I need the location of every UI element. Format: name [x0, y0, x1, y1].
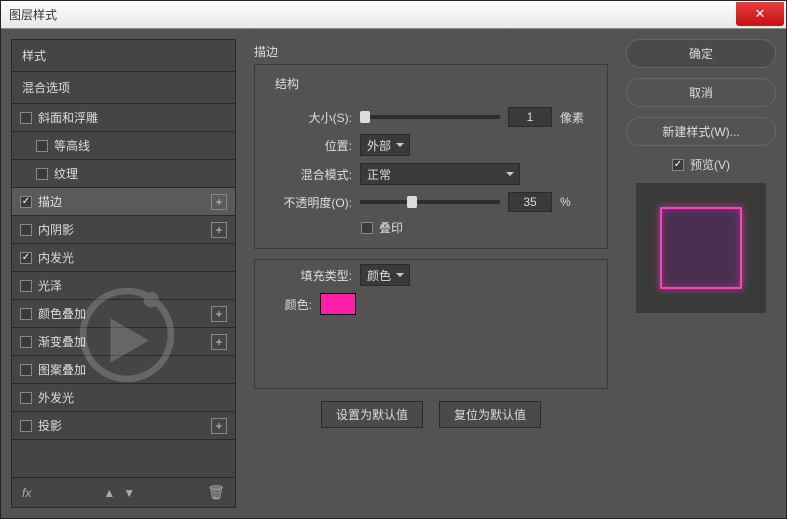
- close-icon: ✕: [755, 6, 766, 22]
- checkbox-icon[interactable]: [20, 112, 32, 124]
- right-column: 确定 取消 新建样式(W)... 预览(V): [626, 39, 776, 508]
- sidebar-item-label: 等高线: [54, 137, 90, 154]
- plus-icon[interactable]: +: [211, 194, 227, 210]
- window-title: 图层样式: [9, 6, 57, 23]
- position-label: 位置:: [267, 137, 352, 154]
- reset-default-button[interactable]: 复位为默认值: [439, 401, 541, 428]
- sidebar-item-outer-glow[interactable]: 外发光: [12, 384, 235, 412]
- size-input[interactable]: [508, 107, 552, 127]
- section-title: 描边: [254, 43, 608, 60]
- sidebar-item-drop-shadow[interactable]: 投影 +: [12, 412, 235, 440]
- structure-legend: 结构: [271, 75, 303, 92]
- checkbox-icon[interactable]: [20, 420, 32, 432]
- plus-icon[interactable]: +: [211, 418, 227, 434]
- fx-label[interactable]: fx: [22, 486, 31, 500]
- preview-swatch: [660, 207, 742, 289]
- set-default-button[interactable]: 设置为默认值: [321, 401, 423, 428]
- fill-type-label: 填充类型:: [267, 267, 352, 284]
- color-swatch[interactable]: [320, 293, 356, 315]
- overprint-label: 叠印: [379, 219, 403, 236]
- arrow-down-icon[interactable]: ▼: [123, 486, 135, 500]
- checkbox-icon[interactable]: [20, 336, 32, 348]
- position-select[interactable]: 外部: [360, 134, 410, 156]
- sidebar-item-satin[interactable]: 光泽: [12, 272, 235, 300]
- fill-fieldset: 填充类型: 颜色 颜色:: [254, 259, 608, 389]
- close-button[interactable]: ✕: [736, 2, 784, 26]
- new-style-button[interactable]: 新建样式(W)...: [626, 117, 776, 146]
- arrow-up-icon[interactable]: ▲: [103, 486, 115, 500]
- dialog-content: 样式 混合选项 斜面和浮雕 等高线 纹理 描边 + 内阴影 + 内发光: [1, 29, 786, 518]
- sidebar-item-label: 内阴影: [38, 221, 74, 238]
- size-label: 大小(S):: [267, 109, 352, 126]
- sidebar-item-color-overlay[interactable]: 颜色叠加 +: [12, 300, 235, 328]
- sidebar-item-inner-glow[interactable]: 内发光: [12, 244, 235, 272]
- sidebar-item-label: 内发光: [38, 249, 74, 266]
- sidebar-item-inner-shadow[interactable]: 内阴影 +: [12, 216, 235, 244]
- structure-fieldset: 结构 大小(S): 像素 位置: 外部 混合模式: 正常 不透明度(O):: [254, 64, 608, 249]
- sidebar-item-pattern-overlay[interactable]: 图案叠加: [12, 356, 235, 384]
- sidebar-footer: fx ▲ ▼ 🗑: [12, 477, 235, 507]
- sidebar-item-gradient-overlay[interactable]: 渐变叠加 +: [12, 328, 235, 356]
- checkbox-icon[interactable]: [20, 280, 32, 292]
- plus-icon[interactable]: +: [211, 222, 227, 238]
- plus-icon[interactable]: +: [211, 334, 227, 350]
- plus-icon[interactable]: +: [211, 306, 227, 322]
- ok-button[interactable]: 确定: [626, 39, 776, 68]
- opacity-unit: %: [560, 195, 571, 209]
- sidebar-item-label: 图案叠加: [38, 361, 86, 378]
- sidebar-item-contour[interactable]: 等高线: [12, 132, 235, 160]
- sidebar-styles-header[interactable]: 样式: [12, 40, 235, 72]
- checkbox-icon[interactable]: [20, 196, 32, 208]
- sidebar-item-label: 外发光: [38, 389, 74, 406]
- sidebar-item-label: 斜面和浮雕: [38, 109, 98, 126]
- checkbox-icon[interactable]: [20, 308, 32, 320]
- opacity-input[interactable]: [508, 192, 552, 212]
- preview-checkbox[interactable]: [672, 159, 684, 171]
- size-slider[interactable]: [360, 115, 500, 119]
- sidebar-item-stroke[interactable]: 描边 +: [12, 188, 235, 216]
- preview-box: [636, 183, 766, 313]
- preview-label: 预览(V): [690, 156, 730, 173]
- sidebar-item-label: 光泽: [38, 277, 62, 294]
- checkbox-icon[interactable]: [36, 168, 48, 180]
- sidebar-item-label: 渐变叠加: [38, 333, 86, 350]
- opacity-slider[interactable]: [360, 200, 500, 204]
- trash-icon[interactable]: 🗑: [207, 484, 225, 501]
- sidebar-item-label: 纹理: [54, 165, 78, 182]
- main-panel: 描边 结构 大小(S): 像素 位置: 外部 混合模式: 正常: [246, 39, 616, 508]
- sidebar-item-bevel[interactable]: 斜面和浮雕: [12, 104, 235, 132]
- opacity-label: 不透明度(O):: [267, 194, 352, 211]
- checkbox-icon[interactable]: [20, 252, 32, 264]
- styles-sidebar: 样式 混合选项 斜面和浮雕 等高线 纹理 描边 + 内阴影 + 内发光: [11, 39, 236, 508]
- fill-type-select[interactable]: 颜色: [360, 264, 410, 286]
- color-label: 颜色:: [267, 296, 312, 313]
- sidebar-item-texture[interactable]: 纹理: [12, 160, 235, 188]
- sidebar-blend-header[interactable]: 混合选项: [12, 72, 235, 104]
- default-buttons-row: 设置为默认值 复位为默认值: [254, 401, 608, 428]
- overprint-checkbox[interactable]: [361, 222, 373, 234]
- layer-style-dialog: 图层样式 ✕ 样式 混合选项 斜面和浮雕 等高线 纹理 描边 + 内阴影: [0, 0, 787, 519]
- size-unit: 像素: [560, 109, 584, 126]
- sidebar-item-label: 投影: [38, 417, 62, 434]
- sidebar-item-label: 描边: [38, 193, 62, 210]
- checkbox-icon[interactable]: [20, 224, 32, 236]
- blend-mode-label: 混合模式:: [267, 166, 352, 183]
- titlebar: 图层样式 ✕: [1, 1, 786, 29]
- cancel-button[interactable]: 取消: [626, 78, 776, 107]
- sidebar-item-label: 颜色叠加: [38, 305, 86, 322]
- checkbox-icon[interactable]: [20, 392, 32, 404]
- blend-mode-select[interactable]: 正常: [360, 163, 520, 185]
- checkbox-icon[interactable]: [36, 140, 48, 152]
- checkbox-icon[interactable]: [20, 364, 32, 376]
